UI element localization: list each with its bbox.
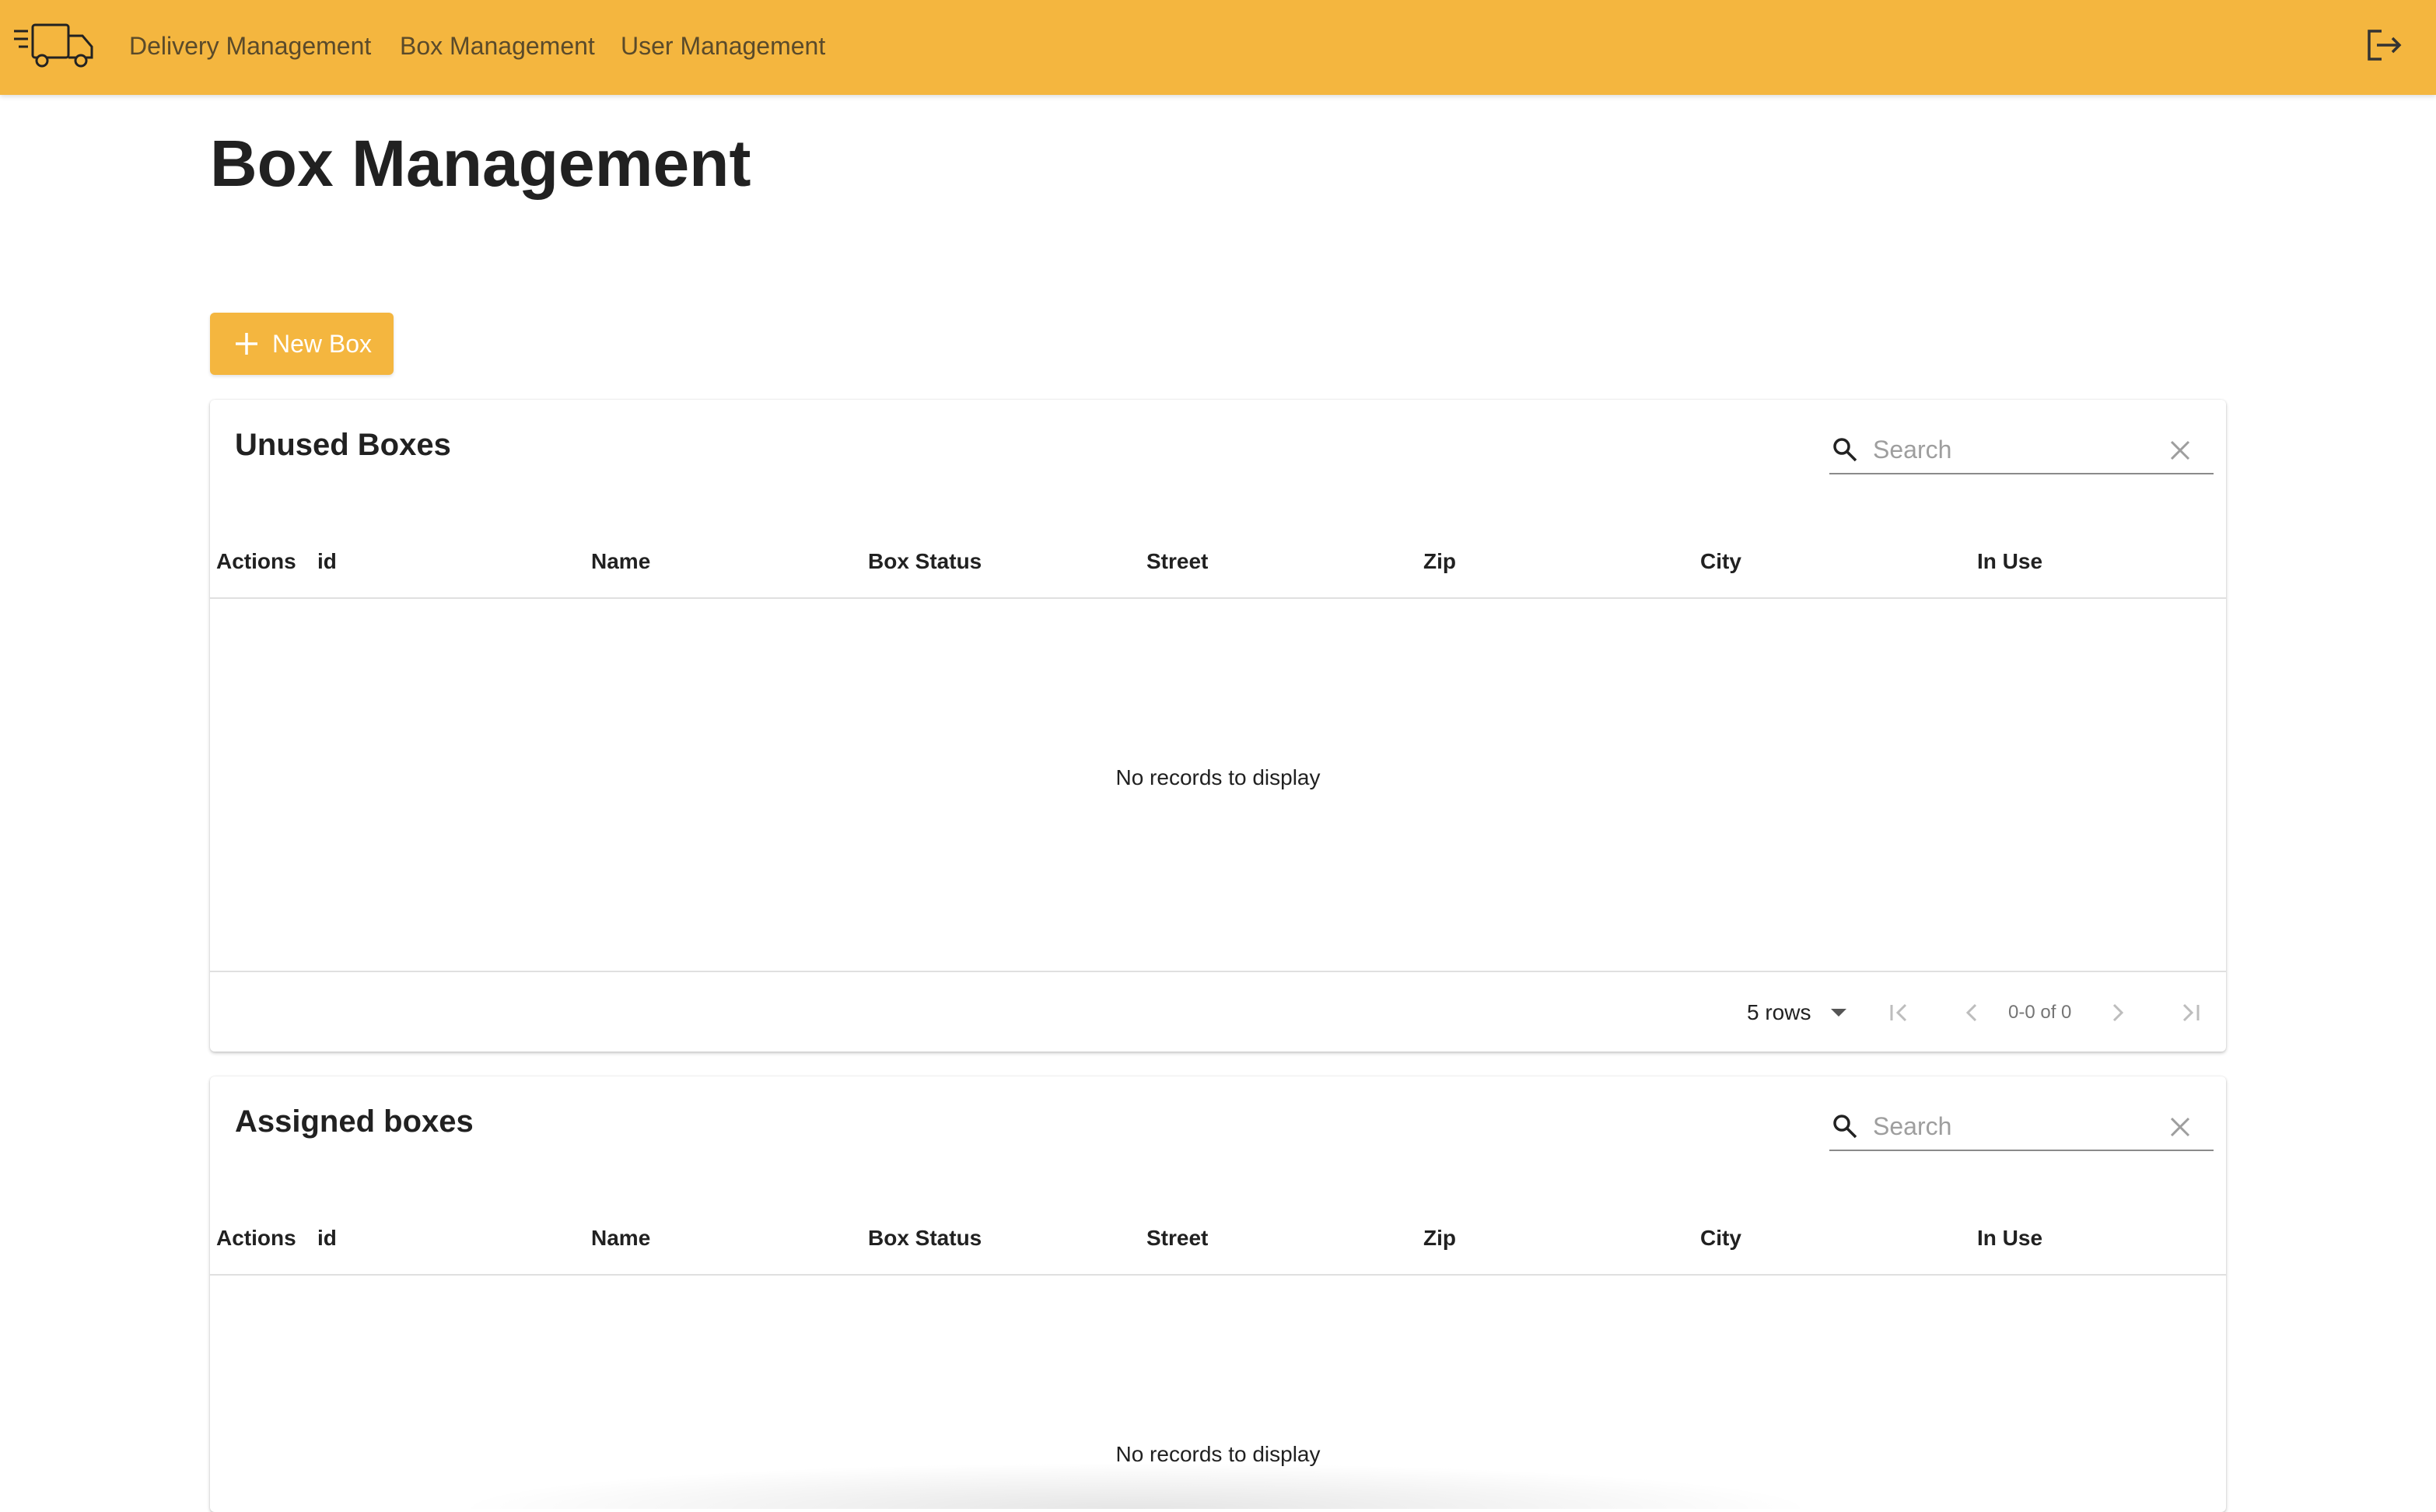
column-header-box-status[interactable]: Box Status (868, 1201, 982, 1276)
column-header-id[interactable]: id (317, 1201, 337, 1276)
table-title: Assigned boxes (235, 1104, 474, 1139)
search-field[interactable] (1829, 1101, 2214, 1151)
assigned-boxes-table: Assigned boxes Actions id Name Box Statu… (210, 1076, 2226, 1512)
rows-per-page-select[interactable]: 5 rows (1747, 996, 1848, 1030)
unused-boxes-table: Unused Boxes Actions id Name Box Status … (210, 400, 2226, 1052)
column-header-zip[interactable]: Zip (1423, 1201, 1456, 1276)
search-input[interactable] (1871, 1106, 2154, 1146)
app-bar: Delivery Management Box Management User … (0, 0, 2436, 95)
column-header-actions: Actions (216, 1226, 296, 1250)
table-header: Actions id Name Box Status Street Zip Ci… (210, 1201, 2226, 1276)
rows-per-page-value: 5 rows (1747, 1000, 1811, 1024)
search-icon (1833, 1115, 1857, 1139)
nav-box-management[interactable]: Box Management (400, 28, 595, 64)
new-box-label: New Box (272, 329, 373, 358)
column-header-zip[interactable]: Zip (1423, 524, 1456, 599)
search-field[interactable] (1829, 425, 2214, 474)
column-header-id[interactable]: id (317, 524, 337, 599)
page-title: Box Management (210, 127, 751, 200)
column-header-name[interactable]: Name (591, 1201, 650, 1276)
table-header: Actions id Name Box Status Street Zip Ci… (210, 524, 2226, 599)
column-header-street[interactable]: Street (1146, 524, 1208, 599)
nav-user-management[interactable]: User Management (621, 28, 825, 64)
nav-delivery-management[interactable]: Delivery Management (129, 28, 371, 64)
next-page-icon[interactable] (2103, 999, 2131, 1027)
column-header-city[interactable]: City (1700, 524, 1741, 599)
page-info: 0-0 of 0 (2008, 1002, 2072, 1023)
column-header-box-status[interactable]: Box Status (868, 524, 982, 599)
scroll-shadow (451, 1462, 1820, 1509)
clear-search-icon[interactable] (2168, 1115, 2192, 1139)
plus-icon (236, 333, 257, 355)
clear-search-icon[interactable] (2168, 439, 2192, 462)
logout-icon[interactable] (2364, 28, 2405, 62)
empty-message: No records to display (1115, 765, 1321, 789)
previous-page-icon[interactable] (1958, 999, 1986, 1027)
table-title: Unused Boxes (235, 428, 451, 462)
column-header-actions: Actions (216, 549, 296, 573)
search-input[interactable] (1871, 429, 2154, 470)
table-pagination: 5 rows 0-0 of 0 (210, 971, 2226, 1052)
search-icon (1833, 438, 1857, 462)
new-box-button[interactable]: New Box (210, 313, 394, 375)
column-header-in-use[interactable]: In Use (1977, 524, 2042, 599)
first-page-icon[interactable] (1885, 999, 1913, 1027)
last-page-icon[interactable] (2176, 999, 2204, 1027)
column-header-street[interactable]: Street (1146, 1201, 1208, 1276)
column-header-in-use[interactable]: In Use (1977, 1201, 2042, 1276)
delivery-truck-icon[interactable] (12, 22, 96, 68)
dropdown-arrow-icon (1831, 1009, 1847, 1017)
column-header-name[interactable]: Name (591, 524, 650, 599)
column-header-city[interactable]: City (1700, 1201, 1741, 1276)
